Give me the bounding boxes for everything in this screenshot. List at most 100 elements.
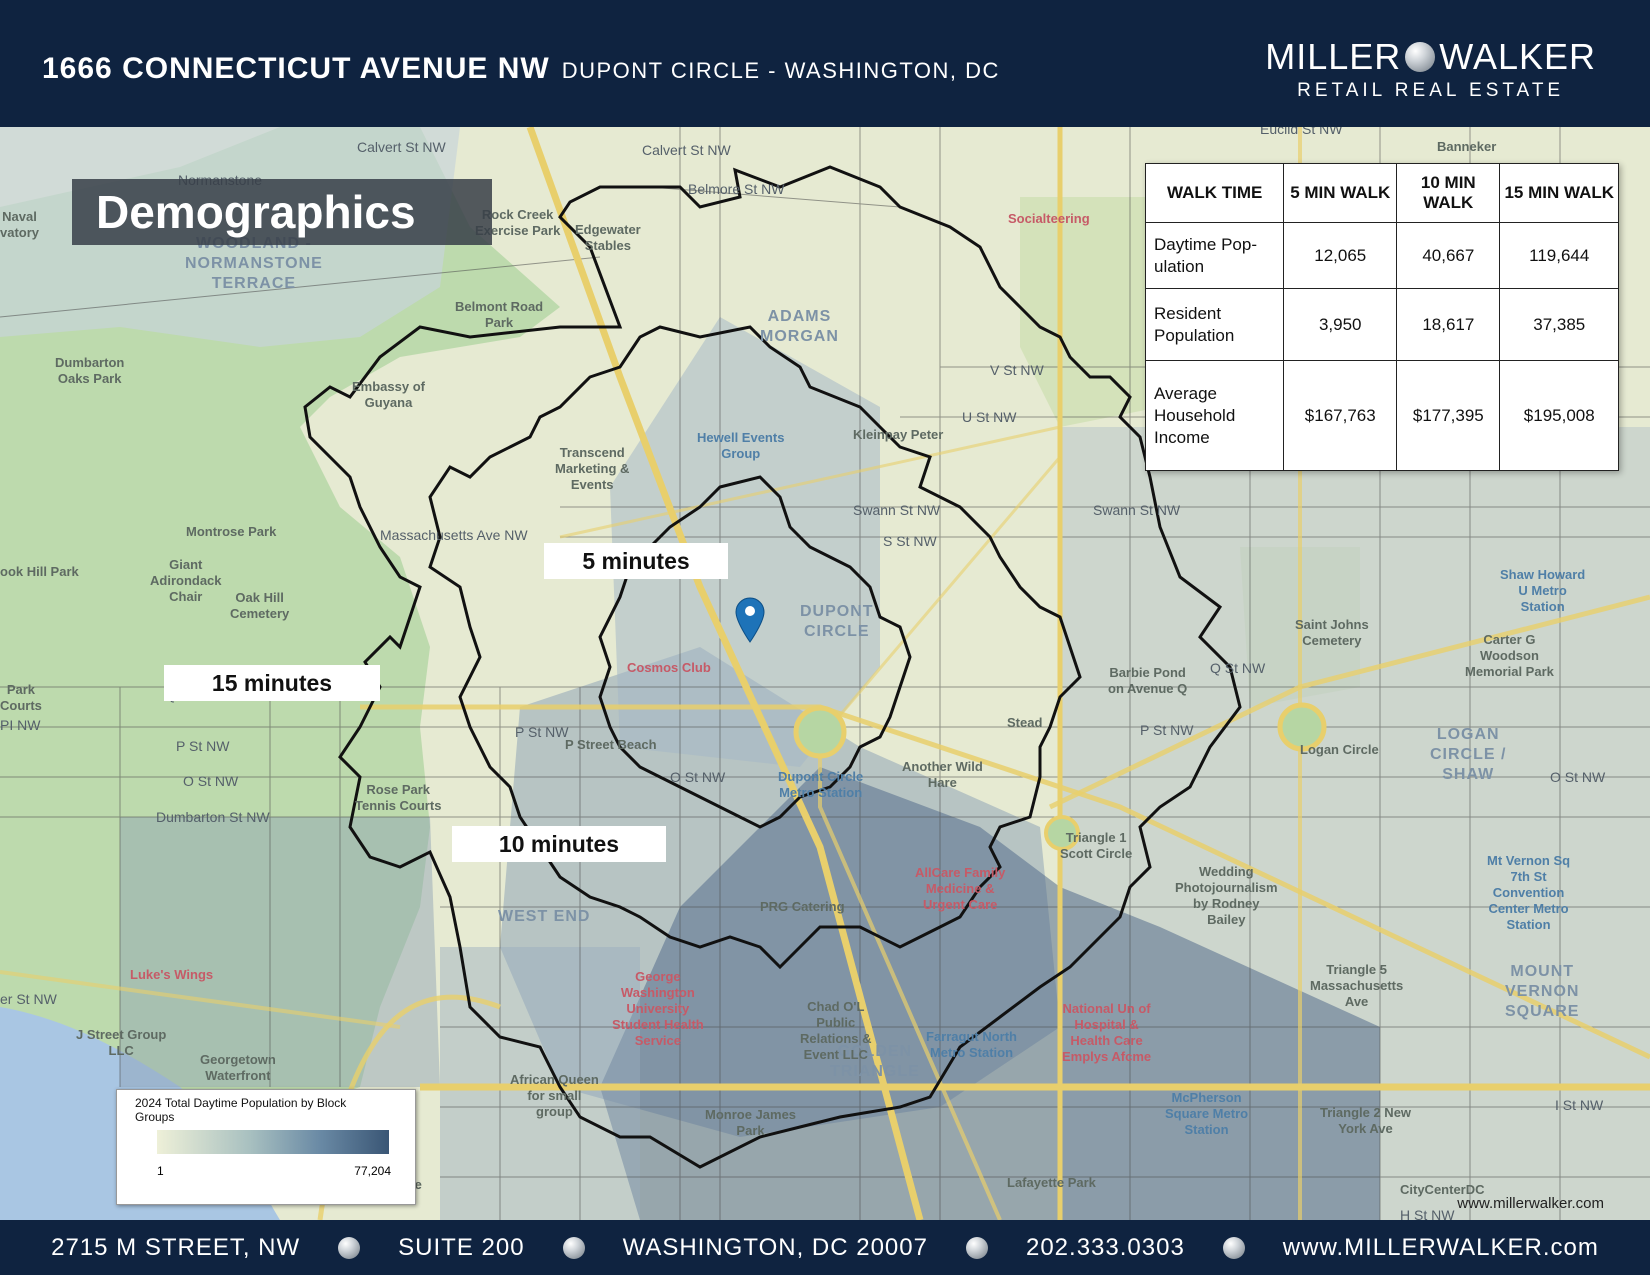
table-cell: 119,644: [1499, 222, 1619, 289]
poi-georgetown-wf[interactable]: Georgetown Waterfront: [200, 1052, 276, 1084]
green-patch-east: [1020, 197, 1160, 427]
shade-georgetown: [120, 817, 440, 1087]
legend-title: 2024 Total Daytime Population by Block G…: [135, 1096, 347, 1124]
poi-shaw-howard[interactable]: Shaw Howard U Metro Station: [1500, 567, 1585, 615]
poi-dumbarton-oaks[interactable]: Dumbarton Oaks Park: [55, 355, 124, 387]
legend-max: 77,204: [354, 1164, 391, 1178]
poi-triangle2[interactable]: Triangle 2 New York Ave: [1320, 1105, 1411, 1137]
footer-city: WASHINGTON, DC 20007: [622, 1233, 928, 1261]
table-cell: $195,008: [1499, 360, 1619, 471]
poi-cosmos[interactable]: Cosmos Club: [627, 660, 711, 676]
poi-barbie-pond[interactable]: Barbie Pond on Avenue Q: [1108, 665, 1187, 697]
header-bar: 1666 CONNECTICUT AVENUE NW DUPONT CIRCLE …: [0, 0, 1650, 127]
poi-lukes[interactable]: Luke's Wings: [130, 967, 213, 983]
poi-park-courts[interactable]: Park Courts: [0, 682, 42, 714]
road-o: O St NW: [183, 773, 239, 789]
road-swann2: Swann St NW: [1093, 502, 1181, 518]
label-15-minutes: 15 minutes: [164, 665, 380, 701]
map-title: Demographics: [72, 179, 492, 245]
road-dumbarton: Dumbarton St NW: [156, 809, 270, 825]
poi-j-street[interactable]: J Street Group LLC: [76, 1027, 166, 1059]
poi-embassy[interactable]: Embassy of Guyana: [352, 379, 425, 411]
property-pin-icon[interactable]: [734, 597, 766, 643]
road-er: er St NW: [0, 991, 57, 1007]
poi-belmont[interactable]: Belmont Road Park: [455, 299, 543, 331]
row-label: Resident Population: [1144, 288, 1285, 361]
area-dupont: DUPONT CIRCLE: [800, 603, 874, 640]
brand-logo: MILLER WALKER RETAIL REAL ESTATE: [1265, 36, 1596, 102]
road-i: I St NW: [1555, 1097, 1604, 1113]
poi-montrose[interactable]: Montrose Park: [186, 524, 276, 540]
footer-separator-icon: [965, 1236, 988, 1259]
road-q: Q St NW: [1210, 660, 1266, 676]
poi-edgewater[interactable]: Edgewater Stables: [575, 222, 641, 254]
label-5-minutes: 5 minutes: [544, 543, 728, 579]
property-address: 1666 CONNECTICUT AVENUE NW DUPONT CIRCLE …: [42, 52, 1000, 86]
brand-name-left: MILLER: [1265, 36, 1402, 77]
poi-logan-circle[interactable]: Logan Circle: [1300, 742, 1379, 758]
poi-african-queen[interactable]: African Queen for small group: [510, 1072, 599, 1120]
brand-ball-icon: [1405, 42, 1436, 72]
poi-stead[interactable]: Stead: [1007, 715, 1042, 731]
area-adams-morgan: ADAMS MORGAN: [760, 308, 839, 345]
road-belmore: Belmore St NW: [688, 181, 785, 197]
table-header-cell: 15 MIN WALK: [1499, 163, 1619, 223]
shade-dupont: [610, 317, 880, 767]
table-cell: $167,763: [1283, 360, 1398, 471]
poi-monroe[interactable]: Monroe James Park: [705, 1107, 796, 1139]
poi-hewell[interactable]: Hewell Events Group: [697, 430, 784, 462]
poi-ook-hill[interactable]: ook Hill Park: [0, 564, 79, 580]
footer-separator-icon: [1222, 1236, 1245, 1259]
poi-triangle5[interactable]: Triangle 5 Massachusetts Ave: [1310, 962, 1403, 1010]
road-p-east: P St NW: [1140, 722, 1194, 738]
table-row: Average Household Income $167,763 $177,3…: [1144, 360, 1619, 471]
poi-rose-park[interactable]: Rose Park Tennis Courts: [355, 782, 441, 814]
table-row: Daytime Pop-ulation 12,065 40,667 119,64…: [1144, 222, 1619, 289]
poi-another-wild[interactable]: Another Wild Hare: [902, 759, 983, 791]
poi-giant[interactable]: Giant Adirondack Chair: [150, 557, 222, 605]
poi-naval[interactable]: Naval vatory: [0, 209, 39, 241]
location-text: DUPONT CIRCLE - WASHINGTON, DC: [561, 58, 1000, 83]
poi-triangle1[interactable]: Triangle 1 Scott Circle: [1060, 830, 1132, 862]
poi-chad[interactable]: Chad O'L Public Relations & Event LLC: [800, 999, 872, 1063]
road-p: P St NW: [515, 724, 569, 740]
poi-kleinpay[interactable]: Kleinpay Peter: [853, 427, 943, 443]
poi-lafayette[interactable]: Lafayette Park: [1007, 1175, 1096, 1191]
road-euclid: Euclid St NW: [1260, 127, 1343, 137]
footer-website[interactable]: www.MILLERWALKER.com: [1283, 1234, 1599, 1262]
table-header-row: WALK TIME 5 MIN WALK 10 MIN WALK 15 MIN …: [1144, 163, 1619, 223]
table-header-cell: WALK TIME: [1144, 163, 1285, 223]
legend-min: 1: [157, 1164, 164, 1178]
poi-carter[interactable]: Carter G Woodson Memorial Park: [1465, 632, 1554, 680]
map-view[interactable]: WOODLAND - NORMANSTONE TERRACEADAMS MORG…: [0, 127, 1650, 1220]
footer-separator-icon: [338, 1236, 361, 1259]
poi-socialteering[interactable]: Socialteering: [1008, 211, 1090, 227]
poi-gwu[interactable]: George Washington University Student Hea…: [612, 969, 704, 1049]
road-u: U St NW: [962, 409, 1017, 425]
footer-street: 2715 M STREET, NW: [51, 1233, 301, 1261]
footer-phone[interactable]: 202.333.0303: [1026, 1234, 1185, 1262]
footer-suite: SUITE 200: [398, 1233, 525, 1261]
table-cell: 18,617: [1396, 288, 1501, 361]
poi-mcpherson[interactable]: McPherson Square Metro Station: [1165, 1090, 1248, 1138]
poi-allcare[interactable]: AllCare Family Medicine & Urgent Care: [915, 865, 1005, 913]
poi-transcend[interactable]: Transcend Marketing & Events: [555, 445, 629, 493]
poi-national-un[interactable]: National Un of Hospital & Health Care Em…: [1062, 1001, 1151, 1065]
poi-saint-johns[interactable]: Saint Johns Cemetery: [1295, 617, 1369, 649]
poi-oak-hill[interactable]: Oak Hill Cemetery: [230, 590, 289, 622]
footer-separator-icon: [562, 1236, 585, 1259]
poi-wedding[interactable]: Wedding Photojournalism by Rodney Bailey: [1175, 864, 1278, 928]
poi-dupont-metro[interactable]: Dupont Circle Metro Station: [778, 769, 863, 801]
table-cell: 37,385: [1499, 288, 1619, 361]
poi-farragut[interactable]: Farragut North Metro Station: [926, 1029, 1017, 1061]
legend-gradient: [157, 1130, 389, 1154]
road-o-east: O St NW: [1550, 769, 1606, 785]
table-header-cell: 10 MIN WALK: [1396, 163, 1501, 223]
row-label: Average Household Income: [1144, 360, 1285, 471]
poi-mt-vernon-metro[interactable]: Mt Vernon Sq 7th St Convention Center Me…: [1487, 853, 1570, 933]
website-watermark: www.millerwalker.com: [1457, 1195, 1604, 1212]
poi-banneker[interactable]: Banneker: [1437, 139, 1496, 155]
table-cell: $177,395: [1396, 360, 1501, 471]
poi-prg[interactable]: PRG Catering: [760, 899, 845, 915]
poi-p-street-beach[interactable]: P Street Beach: [565, 737, 657, 753]
